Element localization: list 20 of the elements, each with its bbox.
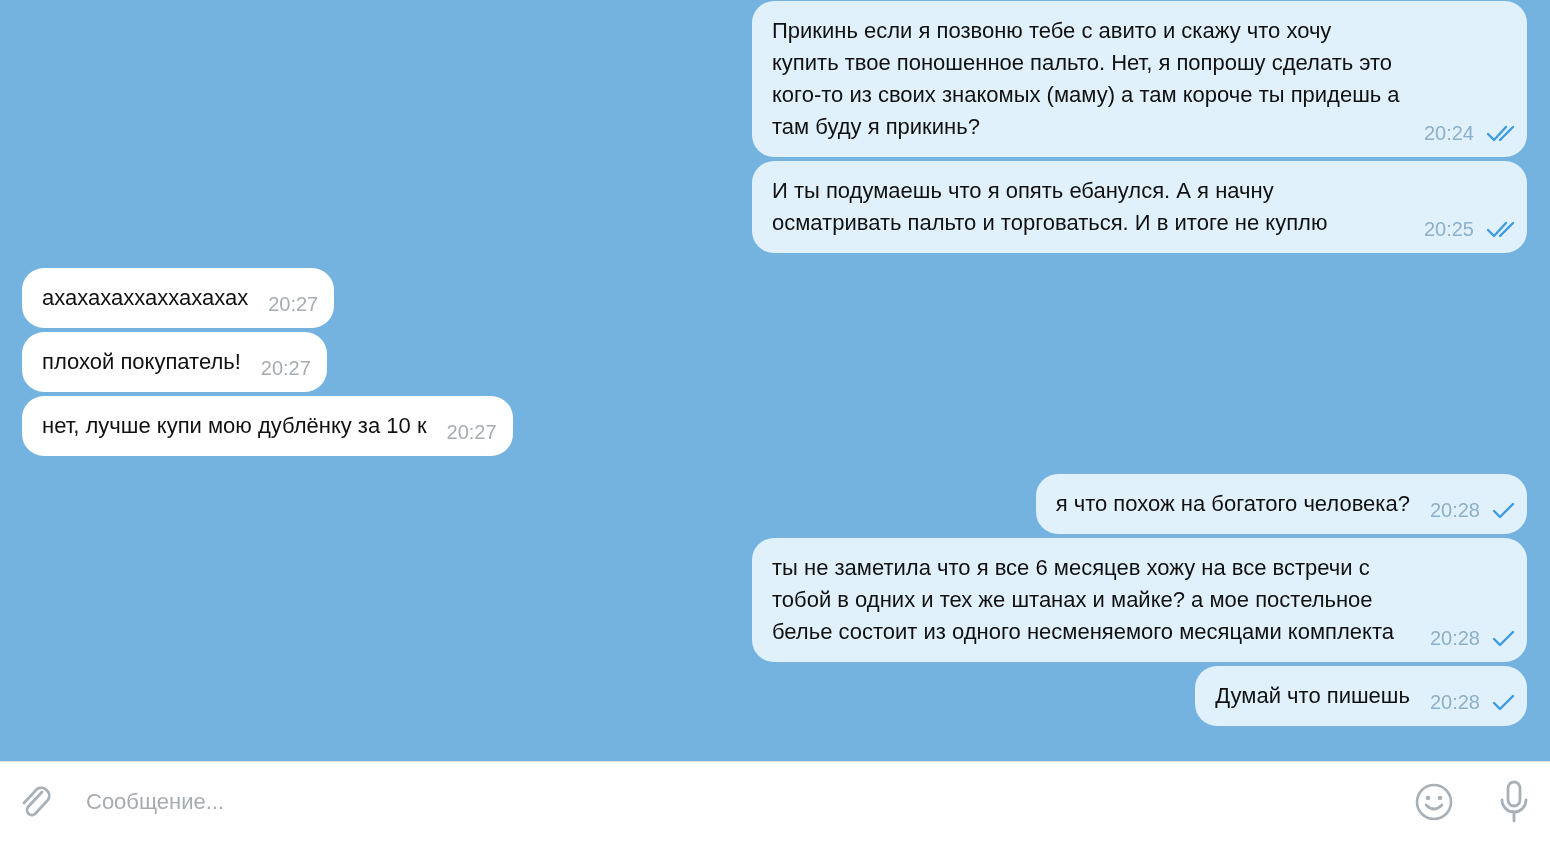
- message-time: 20:27: [260, 358, 311, 378]
- microphone-icon[interactable]: [1498, 779, 1530, 824]
- smiley-icon[interactable]: [1414, 781, 1454, 822]
- message-time: 20:27: [446, 422, 497, 442]
- message-input[interactable]: Сообщение...: [70, 780, 1398, 823]
- message-text: ты не заметила что я все 6 месяцев хожу на все встречи с тобой в одних и тех же штанах и майке? а мое постельное белье состоит из одного несменяемого месяцами комплекта: [772, 554, 1395, 646]
- message-time: 20:24: [1423, 123, 1474, 143]
- message-time: 20:28: [1429, 500, 1480, 520]
- message-text: Думай что пишешь: [1215, 682, 1410, 710]
- message-composer[interactable]: Сообщение...: [0, 761, 1550, 841]
- message-time: 20:28: [1429, 628, 1480, 648]
- message-text: плохой покупатель!: [42, 348, 241, 376]
- message-time: 20:27: [268, 294, 319, 314]
- message-text: Прикинь если я позвоню тебе с авито и скажу что хочу купить твое поношенное пальто. Нет, я попрошу сделать это кого-то из своих знакомых (маму) а там короче ты придешь а там буду я прикинь?: [772, 17, 1401, 141]
- message-time: 20:25: [1423, 219, 1474, 239]
- message-time: 20:28: [1429, 692, 1480, 712]
- message-text: ахахахаххаххахахах: [42, 284, 249, 312]
- message-text: нет, лучше купи мою дублёнку за 10 к: [42, 412, 427, 440]
- message-text: я что похож на богатого человека?: [1055, 490, 1410, 518]
- message-text: И ты подумаешь что я опять ебанулся. А я начну осматривать пальто и торговаться. И в итоге не куплю: [772, 177, 1329, 237]
